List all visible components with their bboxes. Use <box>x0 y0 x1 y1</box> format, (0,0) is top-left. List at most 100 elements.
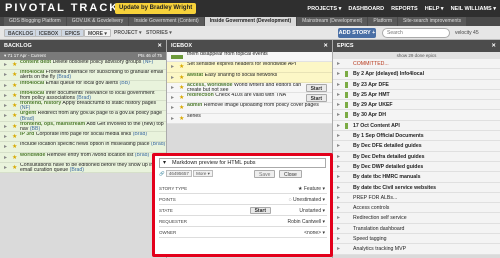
iteration-header[interactable]: ▾ 71 17 Apr - Current Pts 46 of 75 <box>0 52 166 60</box>
story-label[interactable]: redirection <box>187 93 214 98</box>
expand-icon[interactable]: ▸ <box>4 113 7 119</box>
start-button[interactable]: Start <box>305 94 327 103</box>
epic-row[interactable]: ▸ Translation dashboard <box>333 223 500 235</box>
expand-icon[interactable]: ▸ <box>4 93 7 99</box>
story-row[interactable]: ▸ ★ Consultations have to be editioned bef… <box>0 162 166 174</box>
story-row[interactable]: ▸ ★ redirection Check 410s are valid with … <box>167 93 332 104</box>
epic-row[interactable]: ▸ By 23 Apr DFE <box>333 79 500 90</box>
epic-row[interactable]: ▸ By Dec DFE detailed guides <box>333 141 500 152</box>
tab-project[interactable]: GOV.UK & Govdelivery <box>66 17 129 26</box>
epic-row[interactable]: ▸ Speed tagging <box>333 234 500 245</box>
expand-icon[interactable]: ▸ <box>337 205 340 211</box>
points-value[interactable]: ◌ Unestimated ▾ <box>289 195 325 205</box>
epic-row[interactable]: ▸ By 29 Apr UKEF <box>333 100 500 111</box>
story-label[interactable]: worldwide <box>20 153 45 158</box>
expand-icon[interactable]: ▸ <box>337 195 340 201</box>
expand-icon[interactable]: ▸ <box>337 61 340 67</box>
search-input[interactable]: Search <box>382 28 450 38</box>
more-menu-button[interactable]: MORE ▾ <box>84 29 111 37</box>
story-row[interactable]: ▸ ★ admin Remove image uploading from poli… <box>167 103 332 114</box>
story-row[interactable]: ▸ ★ info4local Infer documents' relevance … <box>0 90 166 102</box>
expand-icon[interactable]: ▸ <box>337 71 340 77</box>
expand-icon[interactable]: ▸ <box>337 92 340 98</box>
nav-help[interactable]: HELP ▾ <box>425 6 444 12</box>
epic-row[interactable]: ▸ PREP FOR ALBs... <box>333 192 500 204</box>
expand-icon[interactable]: ▸ <box>337 236 340 242</box>
nav-projects[interactable]: PROJECTS ▾ <box>307 6 341 12</box>
story-label[interactable]: content debt <box>20 60 51 65</box>
expand-icon[interactable]: ▸ <box>171 85 174 91</box>
expand-icon[interactable]: ▸ <box>4 72 7 78</box>
epic-row[interactable]: ▸ By 1 Sep Official Documents <box>333 131 500 142</box>
add-story-button[interactable]: ADD STORY + <box>338 28 376 38</box>
toggle-epics-button[interactable]: EPICS <box>61 29 85 37</box>
expand-icon[interactable]: ▸ <box>337 154 340 160</box>
tab-project[interactable]: Mainstream (Development) <box>297 17 368 26</box>
story-id-value[interactable]: 46495657 <box>165 170 192 177</box>
points-field[interactable]: POINTS ◌ Unestimated ▾ <box>159 195 327 205</box>
expand-icon[interactable]: ▸ <box>337 123 340 129</box>
story-row[interactable]: ▸ ★ frontend, history Apply breadcrumb to … <box>0 101 166 112</box>
story-row[interactable]: ▸ ★ frontend, ops, mainstream Add Get Invo… <box>0 121 166 133</box>
toggle-backlog-button[interactable]: BACKLOG <box>4 29 38 37</box>
story-row[interactable]: ▸ ★ awstat Easy sharing to social networks <box>167 72 332 83</box>
story-more-menu[interactable]: More ▾ <box>193 170 213 177</box>
expand-icon[interactable]: ▸ <box>4 155 7 161</box>
story-row[interactable]: ▸ ★ info4local Frontend interface for subs… <box>0 70 166 81</box>
expand-icon[interactable]: ▸ <box>337 164 340 170</box>
story-row[interactable]: ▸ ★ IP 3rd Corporate info page for social … <box>0 132 166 143</box>
expand-icon[interactable]: ▸ <box>337 112 340 118</box>
epic-row[interactable]: ▸ Access controls <box>333 203 500 214</box>
toggle-icebox-button[interactable]: ICEBOX <box>35 29 63 37</box>
story-label[interactable]: awstat <box>187 73 203 78</box>
epic-row[interactable]: ▸ By Dec Defra detailed guides <box>333 151 500 162</box>
nav-dashboard[interactable]: DASHBOARD <box>348 6 384 12</box>
story-row[interactable]: ▸ ★ Set sensible expires headers for World… <box>167 62 332 73</box>
epic-row[interactable]: ▸ By 25 Apr HMT <box>333 89 500 101</box>
expand-icon[interactable]: ▸ <box>4 144 7 150</box>
nav-reports[interactable]: REPORTS <box>391 6 418 12</box>
nav-user-menu[interactable]: NEIL WILLIAMS ▾ <box>451 6 496 12</box>
story-row[interactable]: ▸ ★ Include location specific news option … <box>0 142 166 153</box>
expand-icon[interactable]: ▸ <box>337 215 340 221</box>
close-button[interactable]: Close <box>279 170 302 178</box>
expand-icon[interactable]: ▸ <box>171 105 174 111</box>
state-field[interactable]: STATE Start Unstarted ▾ <box>159 206 327 216</box>
story-type-field[interactable]: STORY TYPE ★ Feature ▾ <box>159 184 327 194</box>
collapse-icon[interactable]: ▾ <box>163 159 166 167</box>
expand-icon[interactable]: ▸ <box>337 185 340 191</box>
expand-icon[interactable]: ▸ <box>337 102 340 108</box>
project-menu[interactable]: PROJECT ▾ <box>114 29 142 37</box>
expand-icon[interactable]: ▸ <box>337 174 340 180</box>
expand-icon[interactable]: ▸ <box>171 75 174 81</box>
epic-row[interactable]: ▸ By 2 Apr (delayed) Info4local <box>333 69 500 80</box>
requester-field[interactable]: REQUESTER Robin Cantwell ▾ <box>159 217 327 227</box>
expand-icon[interactable]: ▸ <box>337 226 340 232</box>
owner-field[interactable]: OWNER <none> ▾ <box>159 228 327 238</box>
expand-icon[interactable]: ▸ <box>337 143 340 149</box>
expand-icon[interactable]: ▸ <box>171 116 174 122</box>
tab-project[interactable]: Platform <box>368 17 398 26</box>
epic-row[interactable]: ▸ 17 Oct Content API <box>333 120 500 132</box>
story-title-input[interactable]: ▾ Markdown preview for HTML pubs <box>159 158 326 168</box>
story-row[interactable]: ▸ ★ info4local Email queue for local gov a… <box>0 80 166 91</box>
close-icon[interactable]: ✕ <box>157 40 162 52</box>
close-icon[interactable]: ✕ <box>323 40 328 52</box>
stories-menu[interactable]: STORIES ▾ <box>146 29 172 37</box>
expand-icon[interactable]: ▸ <box>171 64 174 70</box>
tab-project-active[interactable]: Inside Government (Development) <box>204 17 297 26</box>
expand-icon[interactable]: ▸ <box>337 246 340 252</box>
story-row[interactable]: ▸ ★ content debt Delete obsolete policy ad… <box>0 60 166 71</box>
close-icon[interactable]: ✕ <box>491 40 496 52</box>
owner-value[interactable]: <none> ▾ <box>304 228 325 238</box>
expand-icon[interactable]: ▸ <box>4 165 7 171</box>
epic-row[interactable]: ▸ Analytics tracking MVP <box>333 244 500 255</box>
story-row[interactable]: ▸ ★ series <box>167 113 332 125</box>
tab-project[interactable]: GDS Blogging Platform <box>4 17 66 26</box>
expand-icon[interactable]: ▸ <box>337 133 340 139</box>
epic-row[interactable]: ▸ By date tbc Civil service websites <box>333 182 500 193</box>
story-label[interactable]: admin <box>187 103 202 108</box>
requester-value[interactable]: Robin Cantwell ▾ <box>287 217 325 227</box>
story-row[interactable]: ▸ ★ urgent Redirect from any gov.uk page t… <box>0 111 166 122</box>
epic-row[interactable]: ▸ By date tbc HMRC manuals <box>333 172 500 183</box>
